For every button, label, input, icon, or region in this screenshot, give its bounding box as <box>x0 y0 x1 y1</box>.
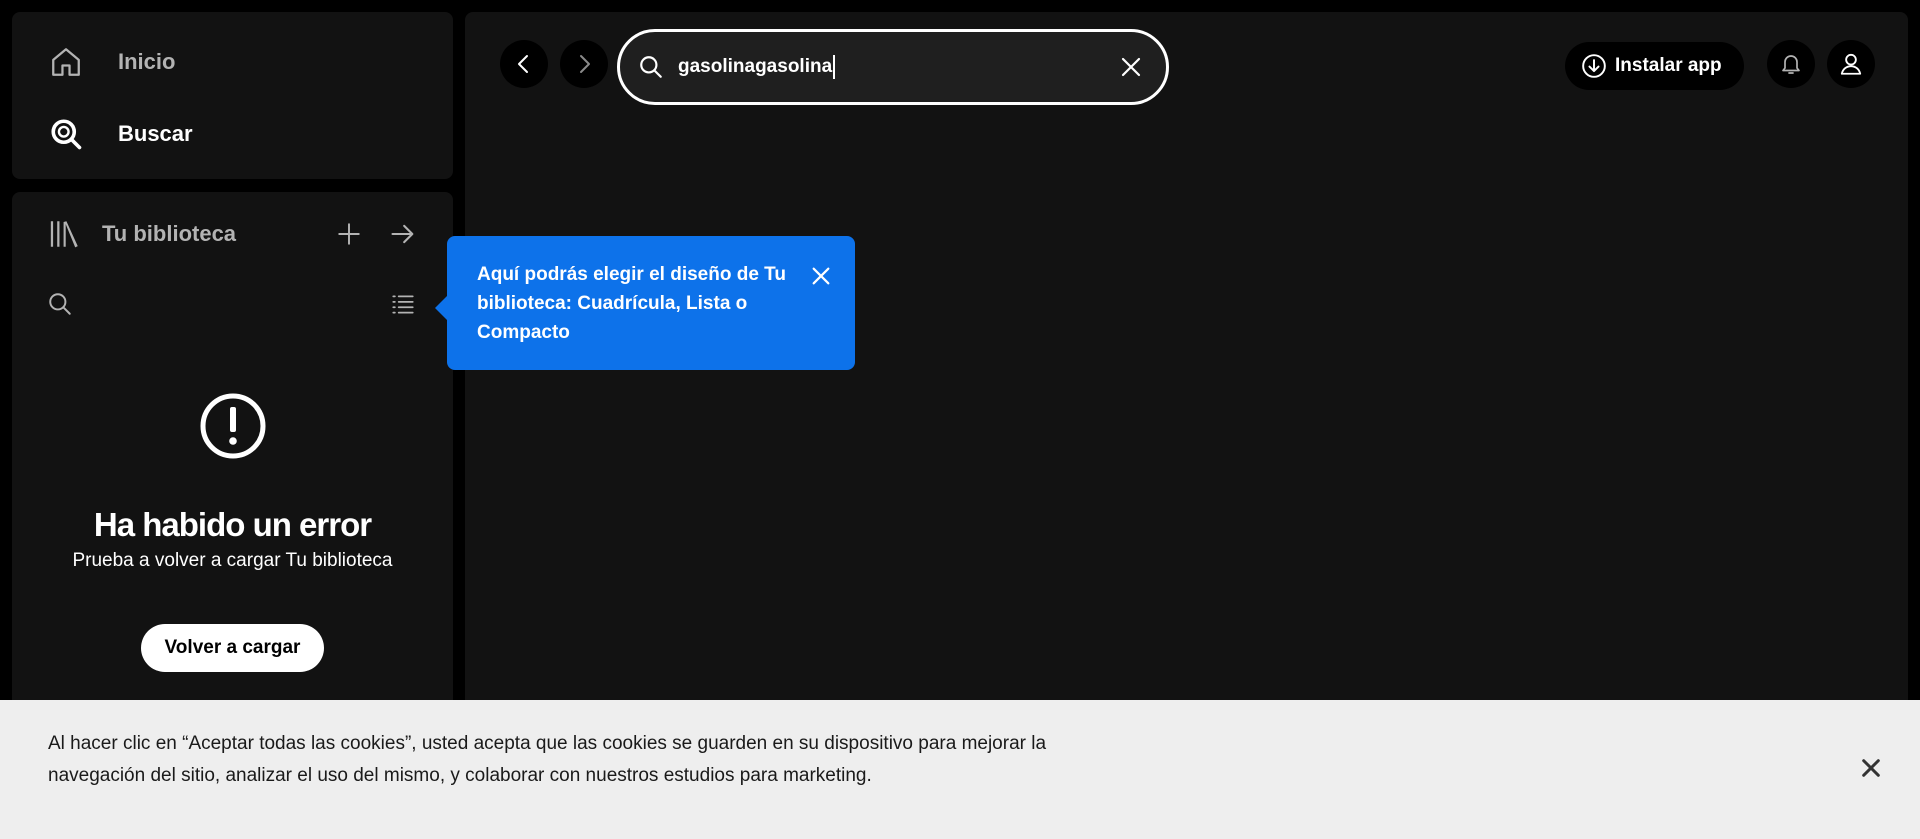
library-header: Tu biblioteca <box>48 214 423 254</box>
profile-button[interactable] <box>1827 40 1875 88</box>
search-icon <box>636 52 666 82</box>
layout-tooltip: Aquí podrás elegir el diseño de Tu bibli… <box>435 236 855 370</box>
nav-panel: Inicio Buscar <box>12 12 453 179</box>
library-toggle[interactable]: Tu biblioteca <box>48 217 315 251</box>
notifications-button[interactable] <box>1767 40 1815 88</box>
error-subtitle: Prueba a volver a cargar Tu biblioteca <box>72 550 393 571</box>
create-playlist-button[interactable] <box>329 214 369 254</box>
error-title: Ha habido un error <box>93 506 372 543</box>
close-icon <box>1121 57 1141 77</box>
library-error: Ha habido un error Prueba a volver a car… <box>12 392 453 672</box>
tooltip-close-button[interactable] <box>807 262 835 290</box>
cookie-text: Al hacer clic en “Aceptar todas las cook… <box>48 733 1047 786</box>
error-icon <box>199 392 267 460</box>
library-search-button[interactable] <box>40 284 80 324</box>
library-view-toggle-button[interactable] <box>383 284 423 324</box>
library-title: Tu biblioteca <box>102 221 237 246</box>
home-icon <box>48 44 84 80</box>
search-input[interactable]: gasolinagasolina <box>678 55 1114 79</box>
user-icon <box>1840 53 1862 75</box>
topbar: gasolinagasolina Instalar app <box>465 20 1908 105</box>
nav-label-search: Buscar <box>118 121 193 146</box>
install-app-label: Instalar app <box>1615 55 1722 76</box>
cookie-close-button[interactable] <box>1854 751 1888 785</box>
chevron-left-icon <box>518 55 528 73</box>
cookie-banner: Al hacer clic en “Aceptar todas las cook… <box>0 700 1920 839</box>
install-app-button[interactable]: Instalar app <box>1565 42 1744 90</box>
reload-button[interactable]: Volver a cargar <box>140 624 325 672</box>
forward-button[interactable] <box>560 40 608 88</box>
text-caret <box>833 55 836 79</box>
clear-search-button[interactable] <box>1114 50 1148 84</box>
tooltip-text: Aquí podrás elegir el diseño de Tu bibli… <box>477 264 786 343</box>
close-icon <box>1862 759 1880 777</box>
search-box[interactable]: gasolinagasolina <box>617 29 1169 105</box>
bell-icon <box>1782 55 1800 74</box>
close-icon <box>812 267 830 285</box>
nav-label-home: Inicio <box>118 49 176 74</box>
expand-library-button[interactable] <box>383 214 423 254</box>
chevron-right-icon <box>580 55 590 73</box>
search-input-value: gasolinagasolina <box>678 56 833 77</box>
nav-item-search[interactable]: Buscar <box>48 98 417 170</box>
library-icon <box>48 217 82 251</box>
search-icon <box>48 116 84 152</box>
library-tools <box>48 284 423 324</box>
nav-item-home[interactable]: Inicio <box>48 26 417 98</box>
library-panel: Tu biblioteca Ha habido un error Prueba … <box>12 192 453 712</box>
download-icon <box>1581 53 1607 79</box>
back-button[interactable] <box>500 40 548 88</box>
